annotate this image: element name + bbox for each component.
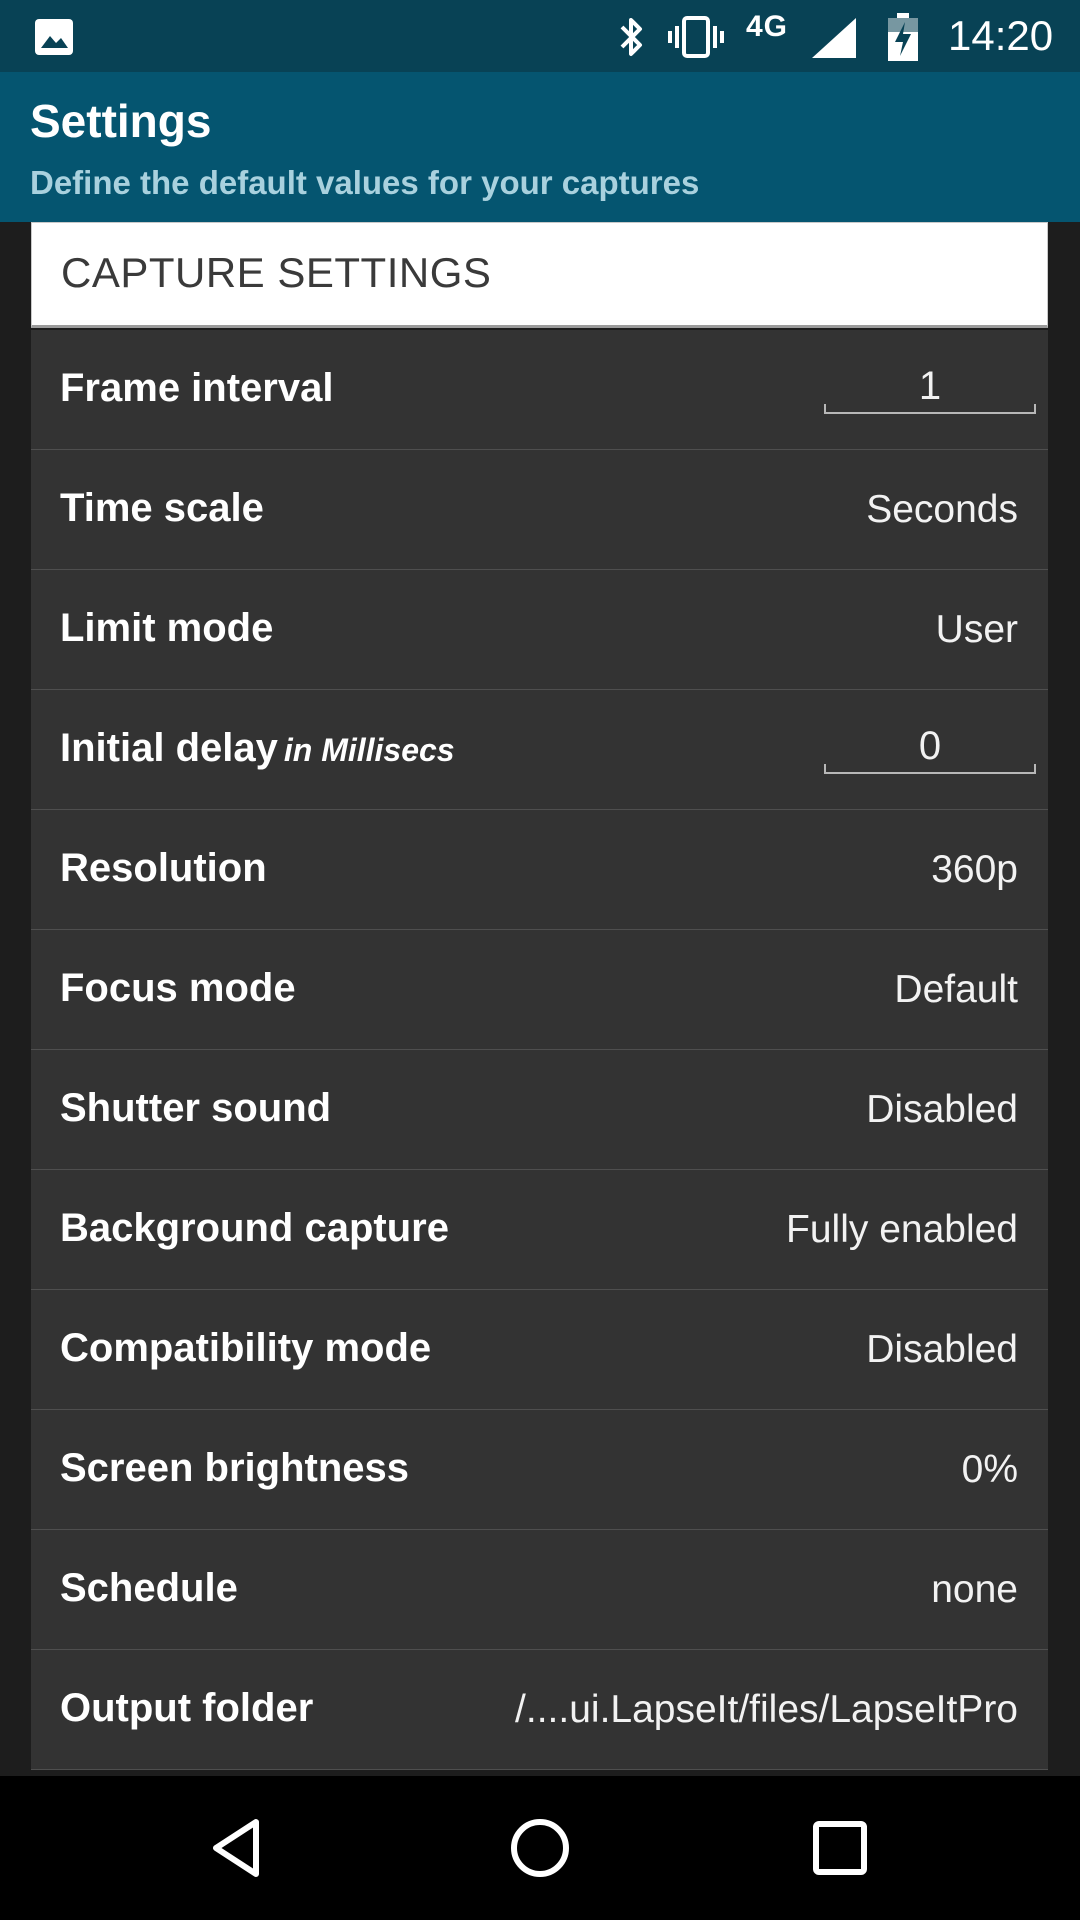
- setting-value: /....ui.LapseIt/files/LapseItPro: [515, 1688, 1018, 1731]
- setting-label-text: Initial delay: [60, 726, 278, 770]
- network-type-label: 4G: [746, 10, 789, 43]
- setting-label: Compatibility mode: [60, 1326, 432, 1370]
- section-title: CAPTURE SETTINGS: [61, 249, 492, 296]
- setting-label: Focus mode: [60, 966, 296, 1010]
- setting-value: 0%: [961, 1448, 1018, 1491]
- gallery-icon: [35, 19, 73, 55]
- setting-row-time-scale[interactable]: Time scale Seconds: [31, 450, 1048, 570]
- setting-value: Disabled: [866, 1088, 1018, 1131]
- setting-row-background-capture[interactable]: Background capture Fully enabled: [31, 1170, 1048, 1290]
- setting-label: Shutter sound: [60, 1086, 332, 1130]
- bluetooth-icon: [620, 18, 642, 56]
- setting-label: Screen brightness: [60, 1446, 410, 1490]
- setting-label: Frame interval: [60, 366, 334, 410]
- home-icon[interactable]: [500, 1808, 580, 1888]
- back-icon[interactable]: [200, 1808, 280, 1888]
- settings-content[interactable]: CAPTURE SETTINGS Frame interval 1 Time s…: [0, 222, 1080, 1776]
- setting-row-resolution[interactable]: Resolution 360p: [31, 810, 1048, 930]
- page-subtitle: Define the default values for your captu…: [30, 164, 700, 201]
- battery-charging-icon: [888, 13, 918, 61]
- setting-row-output-folder[interactable]: Output folder /....ui.LapseIt/files/Laps…: [31, 1650, 1048, 1770]
- setting-value: 360p: [931, 848, 1018, 891]
- setting-row-limit-mode[interactable]: Limit mode User: [31, 570, 1048, 690]
- setting-row-focus-mode[interactable]: Focus mode Default: [31, 930, 1048, 1050]
- setting-value: Disabled: [866, 1328, 1018, 1371]
- initial-delay-input[interactable]: 0: [824, 720, 1036, 774]
- setting-value: Fully enabled: [786, 1208, 1018, 1251]
- section-header-capture-settings: CAPTURE SETTINGS: [31, 222, 1048, 328]
- setting-label: Initial delay in Millisecs: [60, 726, 455, 771]
- setting-label: Limit mode: [60, 606, 274, 650]
- frame-interval-input[interactable]: 1: [824, 360, 1036, 414]
- clock: 14:20: [948, 12, 1054, 59]
- setting-row-schedule[interactable]: Schedule none: [31, 1530, 1048, 1650]
- setting-row-initial-delay[interactable]: Initial delay in Millisecs 0: [31, 690, 1048, 810]
- setting-row-compatibility-mode[interactable]: Compatibility mode Disabled: [31, 1290, 1048, 1410]
- setting-label: Resolution: [60, 846, 267, 890]
- status-bar: 4G 14:20: [0, 0, 1080, 72]
- setting-label: Time scale: [60, 486, 264, 530]
- setting-value: Default: [894, 968, 1018, 1011]
- setting-row-frame-interval[interactable]: Frame interval 1: [31, 330, 1048, 450]
- setting-row-screen-brightness[interactable]: Screen brightness 0%: [31, 1410, 1048, 1530]
- setting-hint: in Millisecs: [283, 732, 455, 768]
- app-bar: Settings Define the default values for y…: [0, 72, 1080, 222]
- setting-value: Seconds: [866, 488, 1018, 531]
- setting-value: User: [935, 608, 1018, 651]
- signal-icon: [812, 18, 856, 58]
- setting-row-shutter-sound[interactable]: Shutter sound Disabled: [31, 1050, 1048, 1170]
- page-title: Settings: [30, 95, 212, 147]
- vibrate-icon: [668, 16, 724, 58]
- settings-list: Frame interval 1 Time scale Seconds Limi…: [31, 330, 1048, 1770]
- recents-icon[interactable]: [800, 1808, 880, 1888]
- setting-label: Schedule: [60, 1566, 238, 1610]
- setting-label: Background capture: [60, 1206, 449, 1250]
- setting-label: Output folder: [60, 1686, 314, 1730]
- navigation-bar: [0, 1776, 1080, 1920]
- setting-value: none: [931, 1568, 1018, 1611]
